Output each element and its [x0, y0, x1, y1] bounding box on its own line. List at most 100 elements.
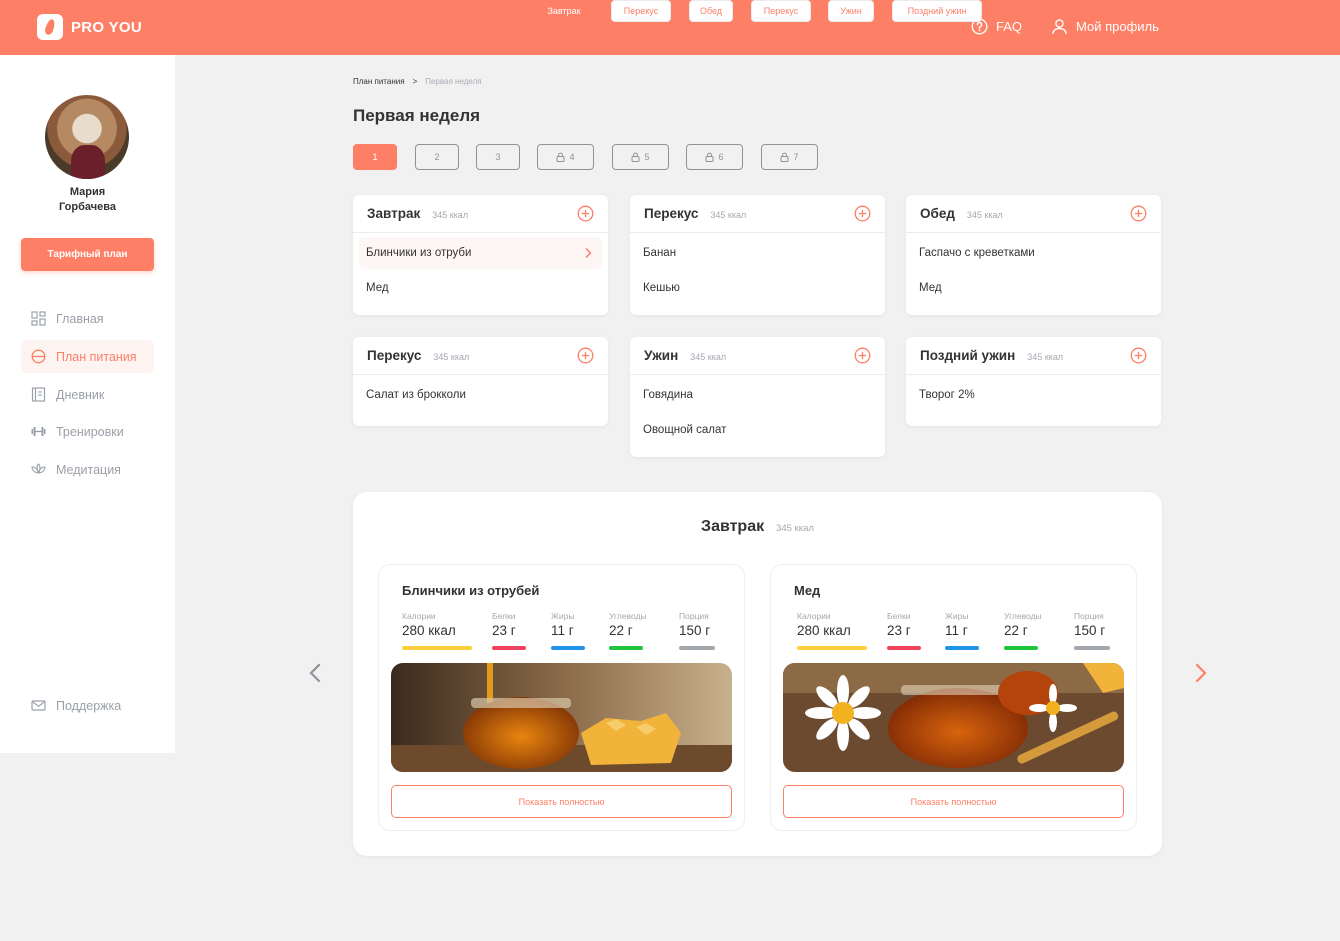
- meal-card-lunch: Обед 345 ккал Гаспачо с креветками Мед: [906, 195, 1161, 315]
- meal-item[interactable]: Гаспачо с креветками: [912, 237, 1155, 269]
- meal-kcal: 345 ккал: [432, 210, 469, 220]
- breadcrumb: План питания > Первая неделя: [353, 77, 482, 86]
- day-button-7[interactable]: 7: [761, 144, 818, 170]
- nutrient-bar: [551, 646, 585, 650]
- sidebar-item-meal-plan[interactable]: План питания: [21, 340, 154, 373]
- avatar[interactable]: [45, 95, 129, 179]
- meal-kcal: 345 ккал: [1027, 352, 1064, 362]
- nutrient-bar: [402, 646, 472, 650]
- day-label: 1: [372, 152, 378, 162]
- day-button-3[interactable]: 3: [476, 144, 520, 170]
- nutrient-value: 280 ккал: [402, 623, 456, 638]
- meal-item[interactable]: Салат из брокколи: [359, 379, 602, 411]
- notebook-icon: [31, 387, 46, 402]
- chevron-left-icon[interactable]: [308, 663, 322, 683]
- nutrient-value: 280 ккал: [797, 623, 851, 638]
- day-button-6[interactable]: 6: [686, 144, 743, 170]
- day-label: 3: [495, 152, 501, 162]
- meal-item-label: Творог 2%: [919, 389, 975, 401]
- user-name: Мария Горбачева: [0, 185, 175, 215]
- day-button-1[interactable]: 1: [353, 144, 397, 170]
- plus-circle-icon[interactable]: [1130, 347, 1147, 364]
- logo-flame-icon: [37, 14, 63, 40]
- nutrient-value: 150 г: [1074, 623, 1106, 638]
- meal-item[interactable]: Овощной салат: [636, 414, 879, 446]
- day-button-2[interactable]: 2: [415, 144, 459, 170]
- lock-icon: [556, 152, 565, 162]
- sidebar-item-diary[interactable]: Дневник: [21, 378, 154, 411]
- meal-tab-breakfast[interactable]: Завтрак: [534, 0, 594, 22]
- meal-tab-snack[interactable]: Перекус: [611, 0, 671, 22]
- meal-card-header: Перекус 345 ккал: [353, 337, 608, 375]
- meal-item[interactable]: Блинчики из отруби: [359, 237, 602, 269]
- meal-tab-late-dinner[interactable]: Поздний ужин: [892, 0, 982, 22]
- sidebar-item-support[interactable]: Поддержка: [21, 689, 154, 722]
- day-label: 5: [644, 152, 650, 162]
- chevron-right-icon: [585, 247, 592, 259]
- nutrient-value: 22 г: [1004, 623, 1028, 638]
- user-last-name: Горбачева: [58, 201, 116, 213]
- meal-item[interactable]: Мед: [359, 272, 602, 304]
- nutrient-value: 11 г: [945, 623, 968, 638]
- tariff-plan-button[interactable]: Тарифный план: [21, 238, 154, 271]
- plus-circle-icon[interactable]: [577, 205, 594, 222]
- plus-circle-icon[interactable]: [854, 205, 871, 222]
- nutrient-bar: [1074, 646, 1110, 650]
- meal-tab-dinner[interactable]: Ужин: [828, 0, 874, 22]
- nutrient-value: 23 г: [492, 623, 516, 638]
- dumbbell-icon: [31, 427, 46, 436]
- show-more-button[interactable]: Показать полностью: [391, 785, 732, 818]
- meal-item[interactable]: Мед: [912, 272, 1155, 304]
- lock-icon: [631, 152, 640, 162]
- grid-icon: [31, 311, 46, 326]
- sidebar-item-label: Главная: [56, 311, 104, 326]
- sidebar-item-workouts[interactable]: Тренировки: [21, 415, 154, 448]
- plate-icon: [31, 349, 46, 364]
- nutrient-protein: Белки 23 г: [887, 611, 921, 650]
- nutrient-bar: [945, 646, 979, 650]
- food-card: Мед Калории 280 ккал Белки 23 г Жиры 11 г У…: [770, 564, 1137, 831]
- nutrient-label: Жиры: [551, 611, 575, 621]
- meal-item[interactable]: Творог 2%: [912, 379, 1155, 411]
- day-label: 4: [569, 152, 575, 162]
- plus-circle-icon[interactable]: [854, 347, 871, 364]
- nutrient-bar: [797, 646, 867, 650]
- meal-item-label: Салат из брокколи: [366, 389, 466, 401]
- meal-item[interactable]: Банан: [636, 237, 879, 269]
- meal-tab-lunch[interactable]: Обед: [689, 0, 733, 22]
- logo[interactable]: PRO YOU: [37, 14, 142, 40]
- sidebar-item-meditation[interactable]: Медитация: [21, 453, 154, 486]
- nutrient-label: Углеводы: [1004, 611, 1042, 621]
- meal-title: Обед: [920, 206, 955, 221]
- meal-item-label: Блинчики из отруби: [366, 247, 472, 259]
- nutrient-bar: [887, 646, 921, 650]
- show-more-button[interactable]: Показать полностью: [783, 785, 1124, 818]
- lotus-icon: [31, 463, 46, 474]
- detail-title: Завтрак 345 ккал: [353, 518, 1162, 536]
- plus-circle-icon[interactable]: [1130, 205, 1147, 222]
- nutrient-label: Порция: [679, 611, 709, 621]
- meal-item-label: Мед: [366, 282, 389, 294]
- meal-kcal: 345 ккал: [966, 210, 1003, 220]
- meal-item[interactable]: Кешью: [636, 272, 879, 304]
- sidebar-item-home[interactable]: Главная: [21, 302, 154, 335]
- meal-item[interactable]: Говядина: [636, 379, 879, 411]
- day-button-4[interactable]: 4: [537, 144, 594, 170]
- sidebar-item-label: Дневник: [56, 387, 105, 402]
- meal-tab-snack-2[interactable]: Перекус: [751, 0, 811, 22]
- profile-link[interactable]: Мой профиль: [1051, 18, 1159, 35]
- nutrient-carbs: Углеводы 22 г: [609, 611, 647, 650]
- day-label: 2: [434, 152, 440, 162]
- chevron-right-icon[interactable]: [1194, 663, 1208, 683]
- breadcrumb-root[interactable]: План питания: [353, 77, 405, 86]
- brand-name: PRO YOU: [71, 18, 143, 36]
- meal-card-header: Поздний ужин 345 ккал: [906, 337, 1161, 375]
- nutrient-calories: Калории 280 ккал: [402, 611, 472, 650]
- nutrient-label: Белки: [492, 611, 516, 621]
- plus-circle-icon[interactable]: [577, 347, 594, 364]
- nutrient-protein: Белки 23 г: [492, 611, 526, 650]
- nutrient-value: 11 г: [551, 623, 574, 638]
- meal-detail-panel: Завтрак 345 ккал Блинчики из отрубей Кало…: [353, 492, 1162, 856]
- lock-icon: [705, 152, 714, 162]
- day-button-5[interactable]: 5: [612, 144, 669, 170]
